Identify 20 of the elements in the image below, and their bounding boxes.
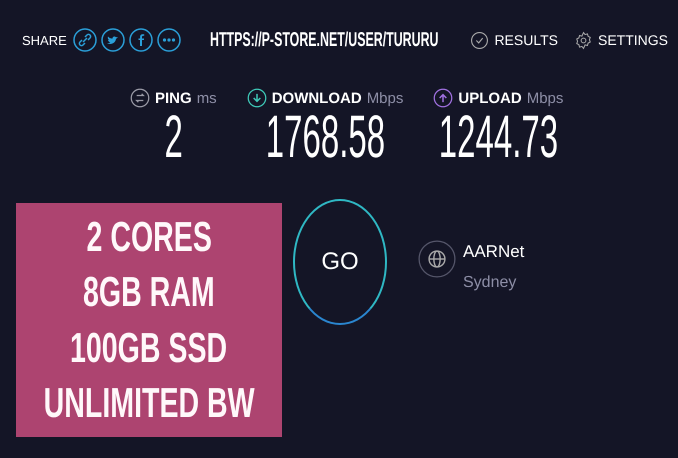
unit-label: Mbps <box>366 90 404 106</box>
server-location: Sydney <box>463 274 518 292</box>
metric-label: UPLOAD <box>458 90 522 106</box>
server-name: AARNet <box>463 242 524 262</box>
settings-link[interactable]: SETTINGS <box>574 30 668 50</box>
promo-text: 100GB SSD <box>70 324 228 372</box>
unit-label: Mbps <box>526 90 564 106</box>
metric-label: PING <box>155 90 192 106</box>
share-label: SHARE <box>22 32 67 48</box>
metric-value: 1244.73 <box>438 108 558 166</box>
results-link[interactable]: RESULTS <box>470 30 558 50</box>
metric-value: 1768.58 <box>265 108 385 166</box>
promo-text: UNLIMITED BW <box>44 379 254 428</box>
promo-text: 8GB RAM <box>83 268 215 316</box>
url-text: HTTPS://P-STORE.NET/USER/TURURU <box>210 28 438 52</box>
promo-text: 2 CORES <box>86 212 212 261</box>
unit-label: ms <box>196 90 217 106</box>
metric-label: DOWNLOAD <box>272 90 362 106</box>
metric-value: 2 <box>164 108 183 166</box>
go-button[interactable]: GO <box>293 199 387 325</box>
